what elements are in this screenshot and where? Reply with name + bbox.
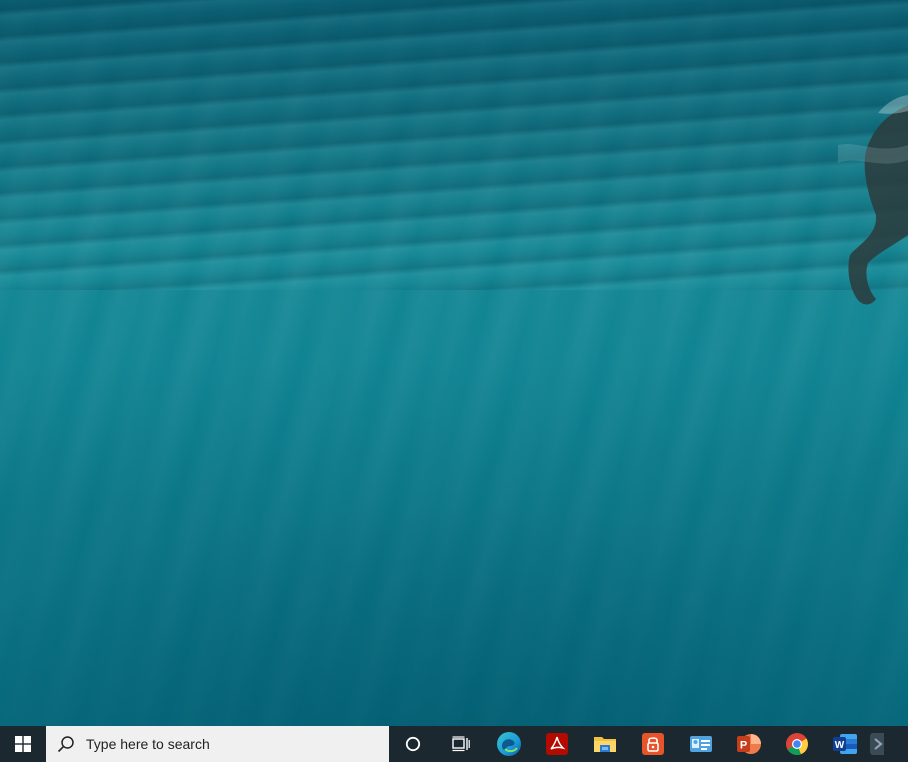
search-icon	[56, 734, 76, 754]
light-rays	[0, 0, 908, 726]
task-view-button[interactable]	[437, 726, 485, 762]
taskbar: Type here to search P W	[0, 726, 908, 762]
windows-logo-icon	[15, 736, 31, 752]
edge-icon	[497, 732, 521, 756]
taskbar-app-acrobat[interactable]	[533, 726, 581, 762]
svg-text:P: P	[740, 740, 747, 752]
word-icon: W	[833, 734, 857, 754]
taskbar-app-partial[interactable]	[869, 726, 884, 762]
taskbar-app-powerpoint[interactable]: P	[725, 726, 773, 762]
swimmer-silhouette	[838, 95, 908, 305]
taskbar-app-password-manager[interactable]	[629, 726, 677, 762]
cortana-button[interactable]	[389, 726, 437, 762]
task-view-icon	[452, 736, 470, 752]
taskbar-app-contact-card[interactable]	[677, 726, 725, 762]
taskbar-app-file-explorer[interactable]	[581, 726, 629, 762]
powerpoint-icon: P	[737, 734, 761, 754]
app-icon	[870, 733, 884, 755]
id-card-icon	[690, 736, 712, 752]
folder-icon	[594, 737, 616, 752]
chrome-icon	[786, 733, 808, 755]
start-button[interactable]	[0, 726, 46, 762]
taskbar-app-word[interactable]: W	[821, 726, 869, 762]
svg-text:W: W	[835, 740, 845, 751]
desktop-wallpaper	[0, 0, 908, 726]
taskbar-app-edge[interactable]	[485, 726, 533, 762]
taskbar-app-chrome[interactable]	[773, 726, 821, 762]
search-box[interactable]: Type here to search	[46, 726, 389, 762]
search-placeholder: Type here to search	[86, 736, 210, 752]
acrobat-icon	[546, 733, 568, 755]
circle-icon	[405, 736, 421, 752]
lock-app-icon	[642, 733, 664, 755]
